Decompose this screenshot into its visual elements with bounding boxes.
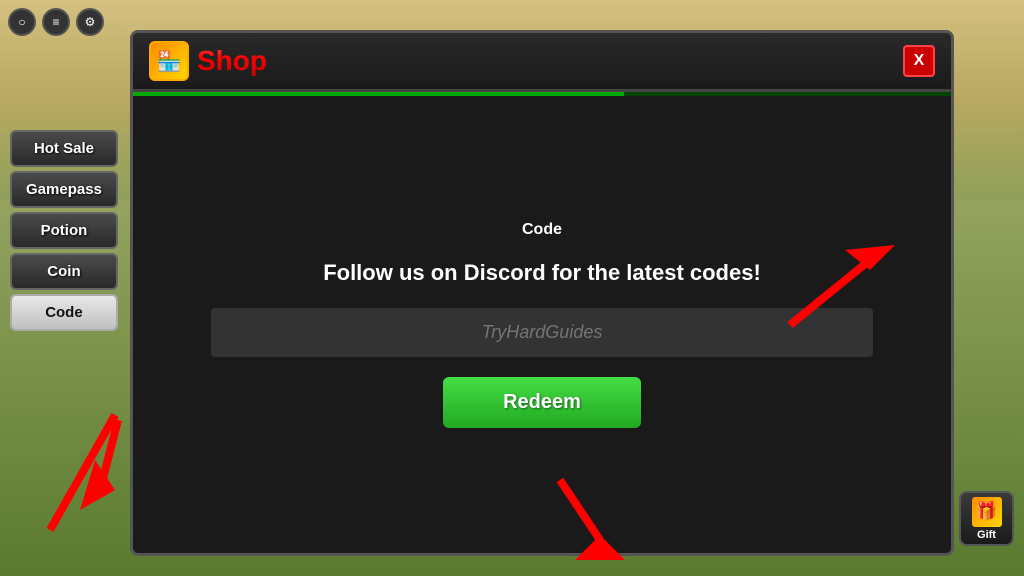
shop-icon: 🏪 bbox=[149, 41, 189, 81]
code-input[interactable] bbox=[211, 308, 872, 357]
redeem-button[interactable]: Redeem bbox=[443, 377, 641, 428]
gift-icon: 🎁 bbox=[972, 497, 1002, 527]
code-section-label: Code bbox=[522, 221, 562, 239]
sidebar-item-gamepass[interactable]: Gamepass bbox=[10, 171, 118, 208]
sidebar-item-potion[interactable]: Potion bbox=[10, 212, 118, 249]
top-left-icons: ○ ≡ ⚙ bbox=[8, 8, 104, 36]
sidebar-item-hot-sale[interactable]: Hot Sale bbox=[10, 130, 118, 167]
modal-header: 🏪 Shop X bbox=[133, 33, 951, 92]
settings-icon[interactable]: ⚙ bbox=[76, 8, 104, 36]
progress-bar bbox=[133, 92, 951, 96]
modal-container: 🏪 Shop X Code Follow us on Discord for t… bbox=[130, 30, 954, 556]
shop-modal: 🏪 Shop X Code Follow us on Discord for t… bbox=[130, 30, 954, 556]
gift-button[interactable]: 🎁 Gift bbox=[959, 491, 1014, 546]
menu-icon[interactable]: ≡ bbox=[42, 8, 70, 36]
sidebar-item-coin[interactable]: Coin bbox=[10, 253, 118, 290]
discord-message: Follow us on Discord for the latest code… bbox=[323, 259, 761, 288]
close-button[interactable]: X bbox=[903, 45, 935, 77]
sidebar-item-code[interactable]: Code bbox=[10, 294, 118, 331]
shop-title-area: 🏪 Shop bbox=[149, 41, 267, 81]
modal-body: Code Follow us on Discord for the latest… bbox=[133, 96, 951, 553]
shop-title: Shop bbox=[197, 45, 267, 77]
circle-icon: ○ bbox=[8, 8, 36, 36]
sidebar: Hot Sale Gamepass Potion Coin Code bbox=[10, 130, 118, 331]
gift-label: Gift bbox=[977, 529, 996, 541]
